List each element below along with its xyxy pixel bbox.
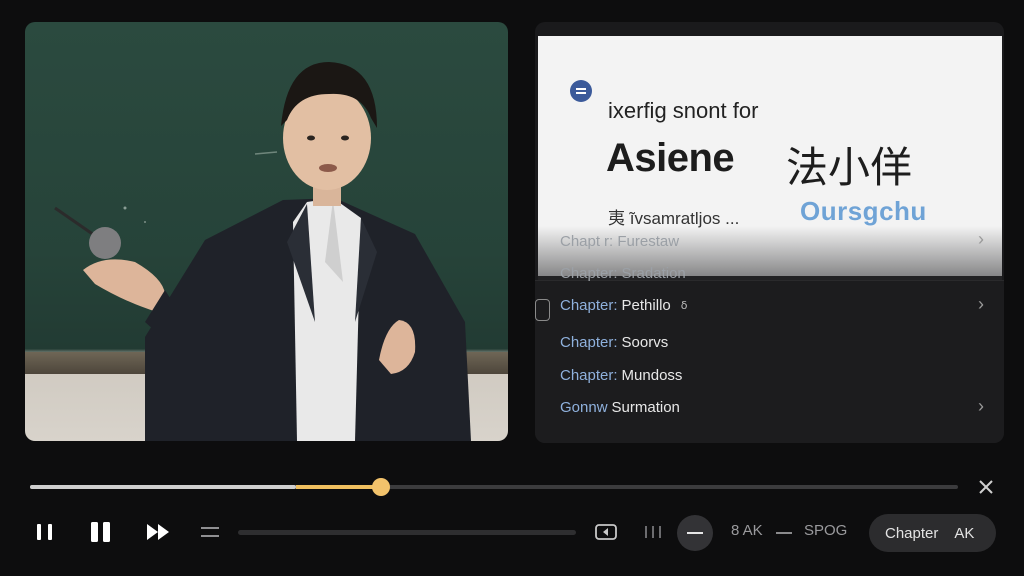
chapter-button[interactable]: Chapter AK: [869, 514, 996, 552]
volume-slider[interactable]: [238, 530, 576, 535]
pause-icon[interactable]: [88, 516, 114, 548]
chapter-title: Sradation: [621, 265, 686, 282]
seek-bar-elapsed: [30, 485, 297, 489]
chapter-prefix: Gonnw: [560, 399, 608, 416]
quality-label[interactable]: SPOG: [804, 522, 847, 539]
seek-bar-highlight: [296, 485, 381, 489]
chapter-item[interactable]: Chapter: Mundoss: [560, 364, 682, 388]
chapter-prefix: Chapter:: [560, 297, 618, 314]
slide-brand: Oursgchu: [800, 196, 927, 226]
slide-title: Asiene: [606, 136, 735, 180]
chapter-title: r: Furestaw: [604, 233, 680, 250]
slide-title-cjk: 法小佯: [786, 143, 913, 192]
chevron-right-icon[interactable]: ›: [978, 294, 984, 315]
chevron-right-icon[interactable]: ›: [978, 229, 984, 250]
chapter-item[interactable]: Chapter: Sradation: [560, 262, 686, 286]
menu-icon[interactable]: [199, 516, 221, 548]
chapter-button-label: Chapter: [885, 524, 939, 542]
chevron-right-icon[interactable]: ›: [978, 396, 984, 417]
slide-subtitle: ixerfig snont for: [608, 98, 759, 123]
fast-forward-icon[interactable]: [145, 516, 173, 548]
minus-icon: [687, 532, 703, 534]
menu-icon: [570, 80, 592, 102]
chapter-title: Pethillo: [621, 297, 671, 314]
chapter-item-active[interactable]: Chapter: Pethillo ẟ: [560, 294, 687, 318]
speed-label[interactable]: 8 AK: [731, 522, 763, 539]
chapter-title: Mundoss: [621, 367, 683, 384]
bars-icon[interactable]: [641, 516, 665, 548]
chapter-prefix: Chapter:: [560, 265, 618, 282]
chapter-item[interactable]: Chapter: Soorvs: [560, 331, 668, 355]
chapter-button-badge: AK: [954, 524, 975, 542]
chapter-prefix: Chapter:: [560, 367, 618, 384]
chapter-item[interactable]: Gonnw Surmation: [560, 396, 680, 420]
checkbox[interactable]: [535, 299, 550, 321]
chapter-badge: ẟ: [680, 300, 688, 312]
lecturer-video[interactable]: [25, 22, 508, 441]
slide-panel: ixerfig snont for Asiene 法小佯 夷 ĩvsamratl…: [535, 22, 1004, 443]
close-icon[interactable]: [976, 477, 996, 497]
chapter-title: Surmation: [611, 399, 680, 416]
minus-button[interactable]: [677, 515, 713, 551]
chapter-prefix: Chapt: [560, 233, 601, 250]
picture-in-picture-icon[interactable]: [593, 516, 619, 548]
separator: [776, 532, 792, 534]
player-window: ixerfig snont for Asiene 法小佯 夷 ĩvsamratl…: [0, 0, 1024, 576]
play-pause-icon[interactable]: [34, 516, 56, 548]
chapter-title: Soorvs: [621, 334, 669, 351]
chapter-item[interactable]: Chapt r: Furestaw: [560, 230, 679, 254]
seek-thumb[interactable]: [371, 478, 390, 496]
lecturer-figure: [54, 62, 471, 441]
seek-bar[interactable]: [30, 478, 958, 496]
chapter-prefix: Chapter:: [560, 334, 618, 351]
